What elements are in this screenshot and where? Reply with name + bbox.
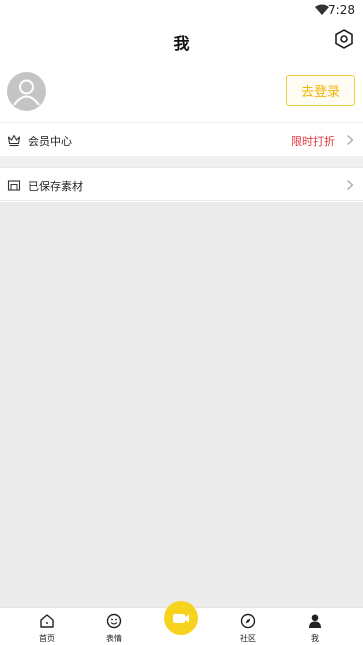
status-bar: 7:28	[0, 0, 363, 20]
chevron-right-icon	[347, 180, 354, 190]
vip-center-row[interactable]: 会员中心 限时打折	[0, 122, 363, 156]
status-time: 7:28	[328, 3, 355, 17]
settings-icon[interactable]	[333, 28, 355, 50]
tab-community[interactable]: 社区	[228, 610, 268, 644]
tab-community-label: 社区	[240, 634, 256, 643]
home-icon	[40, 614, 54, 628]
folder-icon	[7, 180, 21, 191]
login-button[interactable]: 去登录	[286, 75, 355, 106]
header: 我	[0, 24, 363, 56]
vip-promo-label: 限时打折	[291, 135, 335, 148]
wifi-icon	[315, 4, 329, 15]
crown-icon	[7, 134, 21, 147]
avatar-placeholder-icon[interactable]	[7, 72, 46, 111]
tab-home-label: 首页	[39, 634, 55, 643]
section-divider	[0, 156, 363, 167]
tab-me[interactable]: 我	[295, 610, 335, 644]
video-camera-icon	[173, 613, 189, 623]
tab-emoji[interactable]: 表情	[94, 610, 134, 644]
compass-icon	[240, 613, 256, 629]
tab-me-label: 我	[311, 634, 319, 643]
tab-emoji-label: 表情	[106, 634, 122, 643]
saved-materials-label: 已保存素材	[28, 180, 83, 193]
page-title: 我	[173, 34, 190, 53]
tab-home[interactable]: 首页	[27, 610, 67, 644]
profile-section: 去登录	[0, 62, 363, 120]
emoji-icon	[106, 613, 122, 629]
saved-materials-row[interactable]: 已保存素材	[0, 167, 363, 201]
vip-center-label: 会员中心	[28, 135, 72, 148]
person-icon	[309, 614, 321, 628]
content-area	[0, 202, 363, 607]
chevron-right-icon	[347, 135, 354, 145]
record-video-button[interactable]	[164, 601, 198, 635]
